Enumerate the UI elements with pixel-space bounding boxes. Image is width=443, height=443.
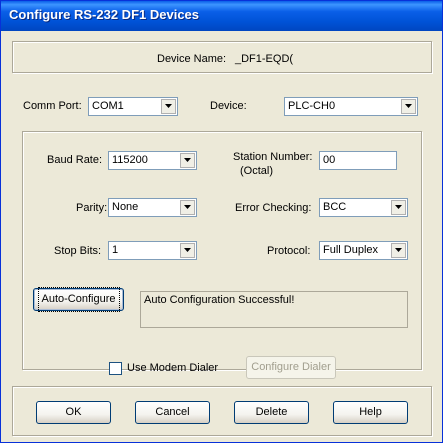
protocol-select[interactable]: Full Duplex <box>319 241 408 260</box>
auto-configure-status: Auto Configuration Successful! <box>140 291 408 328</box>
error-checking-value: BCC <box>323 201 347 213</box>
station-number-input[interactable]: 00 <box>319 151 397 170</box>
chevron-down-icon[interactable] <box>180 153 195 168</box>
device-name-label: Device Name: <box>157 53 227 65</box>
delete-label: Delete <box>255 406 288 418</box>
station-number-label: Station Number: <box>233 151 313 163</box>
station-number-value: 00 <box>323 154 336 166</box>
protocol-label: Protocol: <box>267 245 311 257</box>
device-label: Device: <box>210 100 247 112</box>
chevron-down-icon[interactable] <box>161 99 176 114</box>
comm-port-label: Comm Port: <box>23 100 82 112</box>
cancel-label: Cancel <box>155 406 190 418</box>
error-checking-label: Error Checking: <box>235 202 312 214</box>
window-title: Configure RS-232 DF1 Devices <box>9 7 200 22</box>
parity-select[interactable]: None <box>108 198 197 217</box>
chevron-down-icon[interactable] <box>401 99 416 114</box>
stop-bits-value: 1 <box>112 244 119 256</box>
use-modem-dialer-label: Use Modem Dialer <box>127 362 219 374</box>
error-checking-select[interactable]: BCC <box>319 198 408 217</box>
auto-configure-label: Auto-Configure <box>37 287 120 312</box>
station-number-octal-label: (Octal) <box>240 165 273 177</box>
chevron-down-icon[interactable] <box>391 200 406 215</box>
title-bar[interactable]: Configure RS-232 DF1 Devices <box>1 1 442 31</box>
parity-value: None <box>112 201 139 213</box>
auto-configure-status-text: Auto Configuration Successful! <box>144 294 295 306</box>
use-modem-dialer-checkbox[interactable] <box>109 362 122 375</box>
stop-bits-label: Stop Bits: <box>54 245 102 257</box>
ok-button[interactable]: OK <box>36 401 111 424</box>
baud-rate-value: 115200 <box>112 154 148 166</box>
stop-bits-select[interactable]: 1 <box>108 241 197 260</box>
configure-dialer-button[interactable]: Configure Dialer <box>246 356 336 379</box>
dialog-body: Device Name: _DF1-EQD( Comm Port: COM1 D… <box>4 31 439 439</box>
device-name-value: _DF1-EQD( <box>235 53 294 65</box>
configure-dialer-label: Configure Dialer <box>251 361 331 373</box>
chevron-down-icon[interactable] <box>391 243 406 258</box>
chevron-down-icon[interactable] <box>180 243 195 258</box>
baud-rate-select[interactable]: 115200 <box>108 151 197 170</box>
dialog-window: Configure RS-232 DF1 Devices Device Name… <box>0 0 443 443</box>
parity-label: Parity: <box>76 202 108 214</box>
help-label: Help <box>359 406 382 418</box>
cancel-button[interactable]: Cancel <box>135 401 210 424</box>
auto-configure-button[interactable]: Auto-Configure <box>33 287 124 312</box>
protocol-value: Full Duplex <box>323 244 379 256</box>
chevron-down-icon[interactable] <box>180 200 195 215</box>
baud-rate-label: Baud Rate: <box>47 154 103 166</box>
device-value: PLC-CH0 <box>288 100 336 112</box>
help-button[interactable]: Help <box>333 401 408 424</box>
device-select[interactable]: PLC-CH0 <box>284 97 418 116</box>
comm-port-value: COM1 <box>92 100 124 112</box>
ok-label: OK <box>65 406 82 418</box>
comm-port-select[interactable]: COM1 <box>88 97 178 116</box>
delete-button[interactable]: Delete <box>234 401 309 424</box>
